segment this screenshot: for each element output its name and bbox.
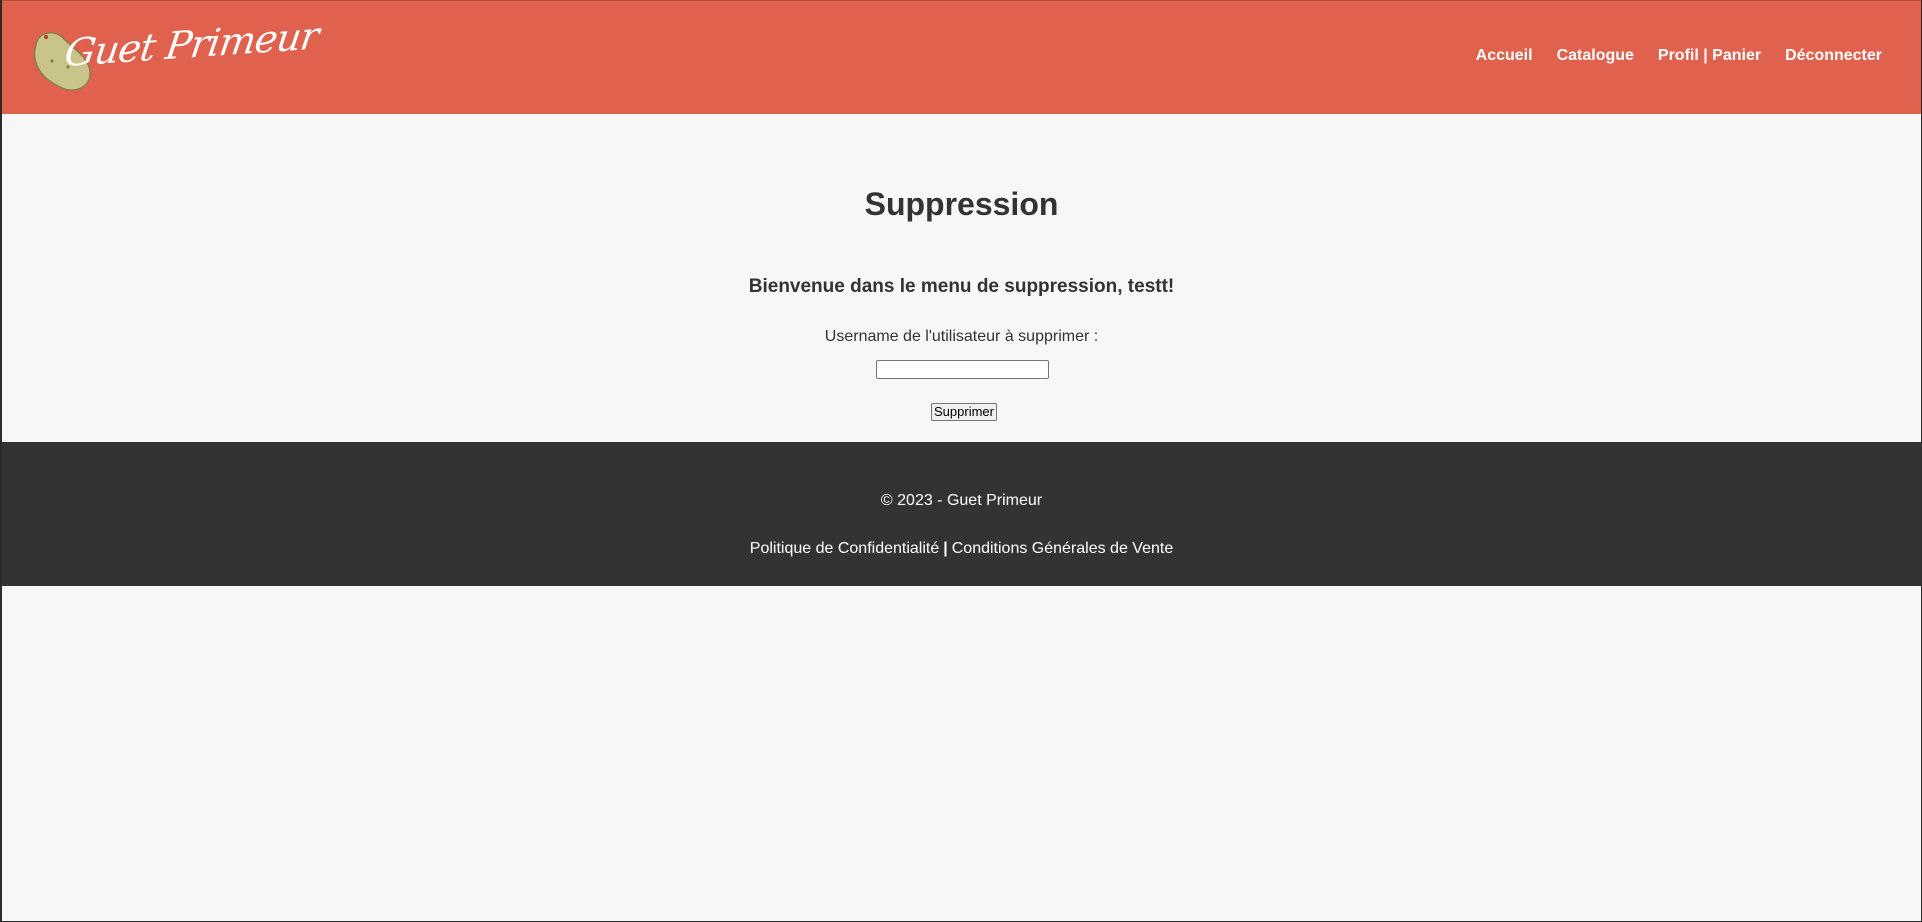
delete-button[interactable]: Supprimer <box>931 403 997 421</box>
link-separator: | <box>943 540 948 557</box>
username-input[interactable] <box>876 360 1049 379</box>
copyright-text: © 2023 - Guet Primeur <box>880 492 1043 509</box>
welcome-message: Bienvenue dans le menu de suppression, t… <box>748 276 1175 297</box>
username-label: Username de l'utilisateur à supprimer : <box>824 328 1099 345</box>
logo-text: Guet Primeur <box>62 13 322 75</box>
privacy-policy-link[interactable]: Politique de Confidentialité <box>750 540 939 557</box>
nav-link-deconnecter[interactable]: Déconnecter <box>1785 47 1882 65</box>
site-logo[interactable]: Guet Primeur <box>30 14 321 97</box>
site-header: Guet Primeur Accueil Catalogue Profil | … <box>2 0 1921 114</box>
legal-links: Politique de Confidentialité | Conditions … <box>2 540 1921 558</box>
site-footer: © 2023 - Guet Primeur Politique de Confi… <box>2 442 1921 586</box>
nav-link-catalogue[interactable]: Catalogue <box>1557 47 1634 65</box>
terms-of-sale-link[interactable]: Conditions Générales de Vente <box>952 540 1173 557</box>
main-nav: Accueil Catalogue Profil | Panier Déconn… <box>1476 47 1882 65</box>
main-content: Suppression Bienvenue dans le menu de su… <box>2 114 1921 442</box>
nav-link-accueil[interactable]: Accueil <box>1476 47 1533 65</box>
nav-link-profil-panier[interactable]: Profil | Panier <box>1658 47 1761 65</box>
page-title: Suppression <box>864 186 1059 222</box>
